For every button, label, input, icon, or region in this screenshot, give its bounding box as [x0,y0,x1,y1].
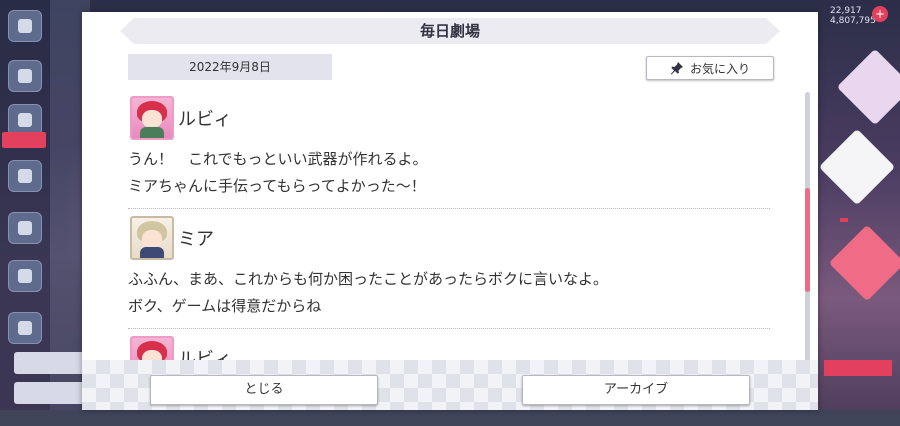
close-button[interactable]: とじる [150,375,378,405]
archive-button[interactable]: アーカイブ [522,375,750,405]
mia-avatar [130,216,174,260]
fullscreen-icon[interactable] [8,312,42,344]
menu-icon[interactable] [8,10,42,42]
trophy-icon[interactable] [8,260,42,292]
dialogue-line: ふふん、まあ、これからも何か困ったことがあったらボクに言いなよ。 [128,270,609,288]
title-bar: 毎日劇場 [120,18,780,44]
pin-icon [670,61,684,75]
stage-item-button[interactable] [14,382,84,404]
date-label: 2022年9月8日 [128,54,332,80]
favorite-label: お気に入り [689,61,750,76]
scrollbar-thumb[interactable] [805,188,810,292]
bottom-strip [0,410,900,426]
speaker-name: ルビィ [178,109,232,130]
add-currency-button[interactable]: + [872,6,888,22]
dialogue-line: ミアちゃんに手伝ってもらってよかった〜！ [128,177,426,195]
dialogue-list[interactable]: ルビィ うん！ これでもっといい武器が作れるよ。 ミアちゃんに手伝ってもらってよ… [128,96,770,366]
daily-theater-dialog: 毎日劇場 2022年9月8日 お気に入り ルビィ うん！ これでもっといい武器が… [82,12,818,410]
speaker-row: ルビィ [128,96,770,140]
dialogue-line: うん！ これでもっといい武器が作れるよ。 [128,150,428,168]
screen-icon[interactable] [8,212,42,244]
entry-divider [128,328,770,329]
gift-icon[interactable] [8,160,42,192]
dialog-title: 毎日劇場 [419,22,480,40]
event-tag [840,218,848,222]
scrollbar-track[interactable] [805,92,810,368]
entry-divider [128,208,770,209]
dialogue-entry: ミア ふふん、まあ、これからも何か困ったことがあったらボクに言いなよ。 ボク、ゲ… [128,216,770,329]
dialogue-entry: ルビィ うん！ これでもっといい武器が作れるよ。 ミアちゃんに手伝ってもらってよ… [128,96,770,209]
login-bonus-tag[interactable] [2,132,46,148]
chat-icon[interactable] [8,60,42,92]
currency-readout: 22,917 4,807,795 [830,6,876,26]
favorite-button[interactable]: お気に入り [646,56,774,80]
speaker-row: ミア [128,216,770,260]
speaker-name: ミア [178,229,214,250]
story-tag [824,360,892,376]
ruby-avatar [130,96,174,140]
accessory-button[interactable] [14,352,84,374]
dialogue-line: ボク、ゲームは得意だからね [128,297,322,315]
